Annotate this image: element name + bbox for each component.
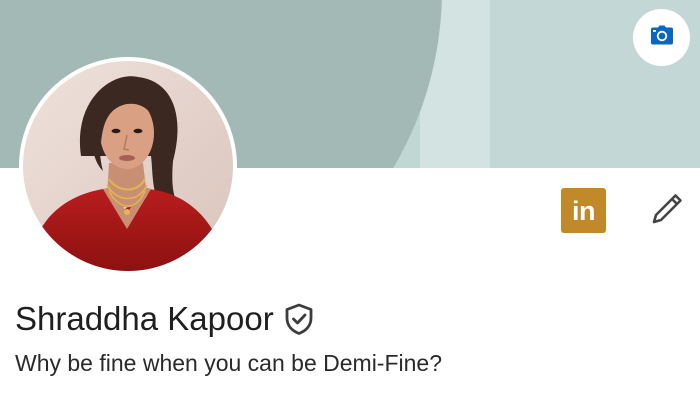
- profile-header: in Shraddha Kapoor Why be fine when you …: [0, 0, 700, 400]
- avatar[interactable]: [19, 57, 237, 275]
- linkedin-badge-label: in: [572, 195, 596, 226]
- linkedin-badge[interactable]: in: [561, 188, 606, 233]
- profile-name: Shraddha Kapoor: [15, 300, 274, 337]
- edit-cover-button[interactable]: [633, 9, 690, 66]
- profile-photo: [23, 61, 233, 271]
- edit-profile-button[interactable]: [645, 189, 689, 233]
- shield-check-icon[interactable]: [284, 303, 314, 335]
- pencil-icon: [650, 192, 684, 231]
- profile-headline: Why be fine when you can be Demi-Fine?: [15, 350, 442, 376]
- name-row: Shraddha Kapoor: [15, 302, 314, 335]
- camera-icon: [650, 25, 674, 50]
